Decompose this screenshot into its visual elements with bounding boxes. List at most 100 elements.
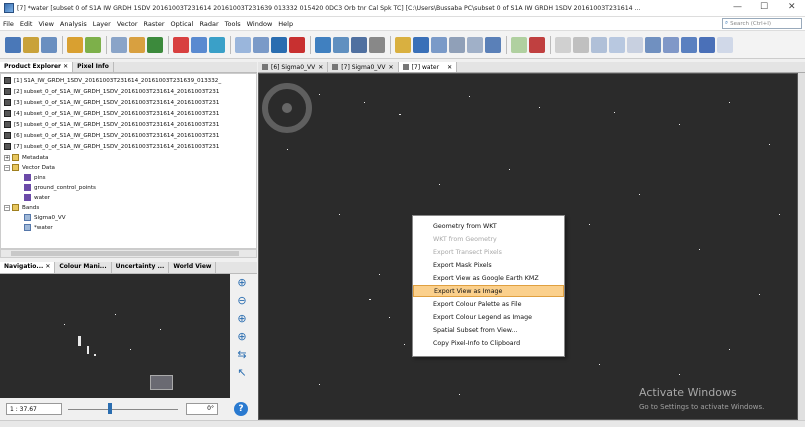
menu-item-geometry-from-wkt[interactable]: Geometry from WKT: [413, 220, 564, 232]
zoom-in-icon[interactable]: ⊕: [235, 276, 249, 290]
tree-product-5[interactable]: [5] subset_0_of_S1A_IW_GRDH_1SDV_2016100…: [4, 120, 219, 129]
profile-plot-icon[interactable]: [351, 37, 367, 53]
layer-manager-icon[interactable]: [395, 37, 411, 53]
open-product-icon[interactable]: [23, 37, 39, 53]
mask-manager-icon[interactable]: [413, 37, 429, 53]
close-icon[interactable]: ✕: [45, 263, 50, 270]
menu-item-export-colour-legend[interactable]: Export Colour Legend as Image: [413, 311, 564, 323]
line-tool-icon[interactable]: [645, 37, 661, 53]
pin-tool-icon[interactable]: [609, 37, 625, 53]
menu-item-export-mask-pixels[interactable]: Export Mask Pixels: [413, 259, 564, 271]
zoom-out-icon[interactable]: ⊖: [235, 294, 249, 308]
menu-help[interactable]: Help: [275, 20, 296, 28]
pan-navigation-control[interactable]: [262, 83, 312, 133]
maximize-button[interactable]: ☐: [760, 2, 768, 12]
select-tool-icon[interactable]: [555, 37, 571, 53]
rectangle-tool-icon[interactable]: [681, 37, 697, 53]
minimize-button[interactable]: —: [733, 2, 742, 12]
menu-item-export-view-as-image[interactable]: Export View as Image: [413, 285, 564, 297]
zoom-slider[interactable]: [68, 409, 178, 410]
tab-image-7-water[interactable]: [7] water ✕: [398, 62, 458, 72]
sync-icon[interactable]: ⇆: [235, 348, 249, 362]
more-tools-icon[interactable]: [717, 37, 733, 53]
tab-navigation[interactable]: Navigatio... ✕: [0, 262, 56, 273]
zoom-pixel-icon[interactable]: ⊕: [235, 312, 249, 326]
menu-edit[interactable]: Edit: [17, 20, 36, 28]
vertical-scrollbar[interactable]: [798, 73, 805, 420]
zoom-factor-field[interactable]: 1 : 37.67: [6, 403, 62, 415]
tab-world-view[interactable]: World View: [169, 262, 217, 273]
filter-icon[interactable]: [129, 37, 145, 53]
menu-view[interactable]: View: [35, 20, 56, 28]
tree-product-4[interactable]: [4] subset_0_of_S1A_IW_GRDH_1SDV_2016100…: [4, 109, 219, 118]
viewport-rectangle[interactable]: [150, 375, 173, 390]
color-manipulation-icon[interactable]: [173, 37, 189, 53]
rotation-angle-field[interactable]: 0°: [186, 403, 218, 415]
tree-product-3[interactable]: [3] subset_0_of_S1A_IW_GRDH_1SDV_2016100…: [4, 98, 219, 107]
histogram-icon[interactable]: [315, 37, 331, 53]
band-maths-icon[interactable]: [111, 37, 127, 53]
tree-band-sigma0[interactable]: Sigma0_VV: [24, 213, 66, 222]
tab-pixel-info[interactable]: Pixel Info: [73, 62, 114, 72]
tab-image-7-sigma0[interactable]: [7] Sigma0_VV ✕: [328, 62, 399, 72]
close-icon[interactable]: ✕: [63, 63, 68, 70]
world-map-icon[interactable]: [191, 37, 207, 53]
tree-band-water[interactable]: *water: [24, 223, 53, 232]
tree-product-1[interactable]: [1] S1A_IW_GRDH_1SDV_20161003T231614_201…: [4, 76, 221, 85]
menu-analysis[interactable]: Analysis: [57, 20, 90, 28]
polygon-tool-icon[interactable]: [699, 37, 715, 53]
tree-bands[interactable]: − Bands: [4, 203, 39, 212]
menu-file[interactable]: File: [0, 20, 17, 28]
navigation-icon[interactable]: [209, 37, 225, 53]
tab-colour-manipulation[interactable]: Colour Mani...: [55, 262, 112, 273]
save-product-icon[interactable]: [41, 37, 57, 53]
menu-item-export-kmz[interactable]: Export View as Google Earth KMZ: [413, 272, 564, 284]
close-button[interactable]: ✕: [788, 2, 796, 12]
search-input[interactable]: ⌕ Search (Ctrl+I): [722, 18, 802, 29]
undo-icon[interactable]: [67, 37, 83, 53]
help-icon[interactable]: ?: [234, 402, 248, 416]
grid-icon[interactable]: [511, 37, 527, 53]
cursor-sync-icon[interactable]: ↖: [235, 366, 249, 380]
gcp-manager-icon[interactable]: [253, 37, 269, 53]
tree-product-6[interactable]: [6] subset_0_of_S1A_IW_GRDH_1SDV_2016100…: [4, 131, 219, 140]
zoom-slider-thumb[interactable]: [108, 403, 112, 414]
menu-layer[interactable]: Layer: [90, 20, 114, 28]
tree-product-7[interactable]: [7] subset_0_of_S1A_IW_GRDH_1SDV_2016100…: [4, 142, 219, 151]
tree-product-2[interactable]: [2] subset_0_of_S1A_IW_GRDH_1SDV_2016100…: [4, 87, 219, 96]
batch-processing-icon[interactable]: [289, 37, 305, 53]
gcp-tool-icon[interactable]: [627, 37, 643, 53]
tab-image-6-sigma0[interactable]: [6] Sigma0_VV ✕: [258, 62, 329, 72]
graph-builder-icon[interactable]: [271, 37, 287, 53]
menu-window[interactable]: Window: [244, 20, 276, 28]
tree-vector-water[interactable]: water: [24, 193, 50, 202]
tree-metadata[interactable]: + Metadata: [4, 153, 49, 162]
pan-center-icon[interactable]: [282, 103, 292, 113]
pin-manager-icon[interactable]: [235, 37, 251, 53]
tab-product-explorer[interactable]: Product Explorer ✕: [0, 62, 74, 72]
menu-item-spatial-subset[interactable]: Spatial Subset from View...: [413, 324, 564, 336]
metadata-icon[interactable]: [485, 37, 501, 53]
pan-tool-icon[interactable]: [573, 37, 589, 53]
new-product-icon[interactable]: [5, 37, 21, 53]
tree-vector-pins[interactable]: pins: [24, 173, 46, 182]
menu-vector[interactable]: Vector: [114, 20, 141, 28]
menu-optical[interactable]: Optical: [168, 20, 197, 28]
menu-raster[interactable]: Raster: [141, 20, 168, 28]
zoom-all-icon[interactable]: ⊕: [235, 330, 249, 344]
zoom-tool-icon[interactable]: [591, 37, 607, 53]
pixel-info-icon[interactable]: [431, 37, 447, 53]
redo-icon[interactable]: [85, 37, 101, 53]
horizontal-scrollbar[interactable]: [0, 249, 257, 258]
menu-item-export-colour-palette[interactable]: Export Colour Palette as File: [413, 298, 564, 310]
sync-views-icon[interactable]: [529, 37, 545, 53]
time-series-icon[interactable]: [449, 37, 465, 53]
spectrum-icon[interactable]: [467, 37, 483, 53]
tab-uncertainty[interactable]: Uncertainty ...: [111, 262, 170, 273]
statistics-icon[interactable]: [147, 37, 163, 53]
navigation-overview[interactable]: [0, 274, 230, 398]
menu-radar[interactable]: Radar: [196, 20, 221, 28]
polyline-tool-icon[interactable]: [663, 37, 679, 53]
sigma-icon[interactable]: [369, 37, 385, 53]
menu-item-copy-pixel-info[interactable]: Copy Pixel-Info to Clipboard: [413, 337, 564, 349]
